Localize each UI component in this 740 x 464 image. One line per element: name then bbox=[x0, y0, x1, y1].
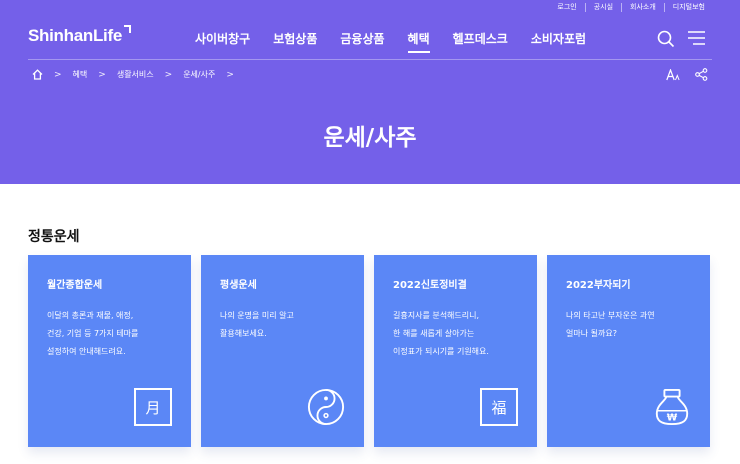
card-desc-line: 나의 운명을 미리 알고 bbox=[220, 311, 294, 320]
menu-icon[interactable] bbox=[688, 31, 705, 45]
nav-item-finance[interactable]: 금융상품 bbox=[340, 30, 384, 53]
won-glyph: ₩ bbox=[667, 412, 678, 423]
card-tojeong-fortune[interactable]: 2022신토정비결 길흉지사를 분석해드리니, 한 해를 새롭게 살아가는 이정… bbox=[374, 255, 537, 447]
card-desc-line: 건강, 기업 등 7가지 테마를 bbox=[47, 329, 139, 338]
logo-mark-icon bbox=[124, 25, 131, 33]
fortune-seal-icon: 福 bbox=[480, 388, 518, 426]
digital-insurance-link[interactable]: 디지털보험 bbox=[663, 2, 713, 12]
section-title: 정통운세 bbox=[28, 229, 80, 245]
breadcrumb-life-service[interactable]: 생활서비스 bbox=[117, 69, 154, 80]
home-icon[interactable] bbox=[32, 69, 43, 80]
money-bag-icon: ₩ bbox=[655, 388, 689, 426]
nav-item-helpdesk[interactable]: 헬프데스크 bbox=[453, 30, 508, 53]
breadcrumb: > 혜택 > 생활서비스 > 운세/사주 > bbox=[32, 69, 245, 80]
hero-banner: 로그인 공시실 회사소개 디지털보험 ShinhanLife 사이버창구 보험상… bbox=[0, 0, 740, 184]
nav-item-insurance[interactable]: 보험상품 bbox=[273, 30, 317, 53]
card-desc-line: 한 해를 새롭게 살아가는 bbox=[393, 329, 475, 338]
card-desc-line: 이정표가 되시기를 기원해요. bbox=[393, 347, 489, 356]
font-size-icon[interactable] bbox=[666, 69, 680, 81]
card-desc-line: 나의 타고난 부자운은 과연 bbox=[566, 311, 655, 320]
chevron-right-icon: > bbox=[98, 69, 106, 80]
utility-links: 로그인 공시실 회사소개 디지털보험 bbox=[549, 1, 713, 13]
nav-item-cyber[interactable]: 사이버창구 bbox=[195, 30, 250, 53]
yin-yang-icon bbox=[307, 388, 345, 426]
page-title: 운세/사주 bbox=[323, 125, 417, 151]
card-wealth-fortune[interactable]: 2022부자되기 나의 타고난 부자운은 과연 얼마나 될까요? ₩ bbox=[547, 255, 710, 447]
card-desc: 나의 타고난 부자운은 과연 얼마나 될까요? bbox=[566, 307, 691, 343]
moon-glyph: 月 bbox=[145, 398, 161, 417]
card-desc-line: 얼마나 될까요? bbox=[566, 329, 617, 338]
disclosure-link[interactable]: 공시실 bbox=[584, 2, 621, 12]
card-title: 2022부자되기 bbox=[566, 280, 631, 291]
card-title: 2022신토정비결 bbox=[393, 280, 467, 291]
share-icon[interactable] bbox=[695, 68, 708, 81]
card-lifetime-fortune[interactable]: 평생운세 나의 운명을 미리 알고 활용해보세요. bbox=[201, 255, 364, 447]
breadcrumb-benefits[interactable]: 혜택 bbox=[73, 69, 88, 80]
login-link[interactable]: 로그인 bbox=[549, 3, 584, 12]
chevron-right-icon: > bbox=[164, 69, 173, 80]
nav-item-forum[interactable]: 소비자포럼 bbox=[531, 30, 586, 53]
main-nav: 사이버창구 보험상품 금융상품 혜택 헬프데스크 소비자포럼 bbox=[195, 30, 609, 53]
card-desc: 길흉지사를 분석해드리니, 한 해를 새롭게 살아가는 이정표가 되시기를 기원… bbox=[393, 307, 518, 361]
card-desc-line: 설정하여 안내해드려요. bbox=[47, 347, 126, 356]
card-desc-line: 길흉지사를 분석해드리니, bbox=[393, 311, 480, 320]
card-title: 월간종합운세 bbox=[47, 280, 103, 291]
search-icon[interactable] bbox=[657, 30, 675, 48]
nav-item-benefits[interactable]: 혜택 bbox=[407, 30, 430, 53]
card-monthly-fortune[interactable]: 월간종합운세 이달의 총론과 재물, 애정, 건강, 기업 등 7가지 테마를 … bbox=[28, 255, 191, 447]
card-desc-line: 이달의 총론과 재물, 애정, bbox=[47, 311, 134, 320]
logo[interactable]: ShinhanLife bbox=[28, 26, 122, 46]
card-desc-line: 활용해보세요. bbox=[220, 329, 267, 338]
calendar-moon-icon: 月 bbox=[134, 388, 172, 426]
company-link[interactable]: 회사소개 bbox=[621, 2, 664, 12]
fortune-cards: 월간종합운세 이달의 총론과 재물, 애정, 건강, 기업 등 7가지 테마를 … bbox=[28, 255, 710, 447]
chevron-right-icon: > bbox=[226, 69, 234, 80]
card-desc: 이달의 총론과 재물, 애정, 건강, 기업 등 7가지 테마를 설정하여 안내… bbox=[47, 307, 172, 361]
chevron-right-icon: > bbox=[54, 69, 62, 80]
fortune-glyph: 福 bbox=[491, 398, 507, 417]
card-title: 평생운세 bbox=[220, 280, 257, 291]
header-divider bbox=[28, 59, 712, 60]
breadcrumb-fortune[interactable]: 운세/사주 bbox=[183, 69, 215, 80]
card-desc: 나의 운명을 미리 알고 활용해보세요. bbox=[220, 307, 345, 343]
